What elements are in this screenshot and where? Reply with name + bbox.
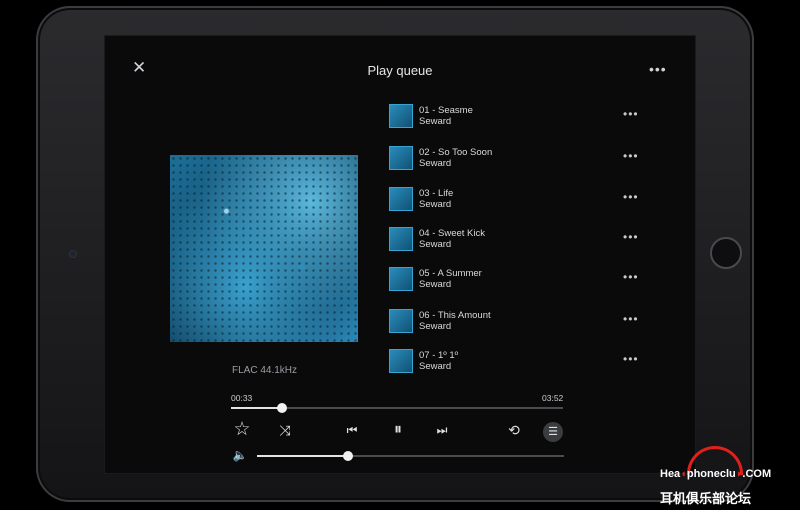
pause-icon[interactable]: ⏸ xyxy=(387,421,409,439)
watermark-brand: Hea◖phoneclu◗.COM xyxy=(660,468,772,480)
favorite-star-icon[interactable]: ☆ xyxy=(231,420,253,439)
track-thumbnail xyxy=(389,187,413,211)
track-thumbnail xyxy=(389,267,413,291)
progress-fill xyxy=(231,407,283,409)
queue-item[interactable]: 01 - Seasme Seward ••• xyxy=(389,104,659,134)
progress-handle[interactable] xyxy=(277,403,288,413)
track-title: 06 - This Amount xyxy=(419,310,491,321)
track-more-icon[interactable]: ••• xyxy=(623,312,639,326)
track-more-icon[interactable]: ••• xyxy=(623,352,639,366)
track-thumbnail xyxy=(389,309,413,333)
track-more-icon[interactable]: ••• xyxy=(623,190,639,204)
more-horizontal-icon[interactable]: ••• xyxy=(649,61,667,77)
page-title: Play queue xyxy=(367,63,433,78)
elapsed-time: 00:33 xyxy=(231,393,253,403)
home-button[interactable] xyxy=(710,237,742,269)
repeat-icon[interactable]: ⟲ xyxy=(504,421,524,439)
brand-part: phoneclu xyxy=(686,468,736,480)
track-artist: Seward xyxy=(419,361,452,372)
queue-item[interactable]: 03 - Life Seward ••• xyxy=(389,187,659,217)
watermark-chinese: 耳机俱乐部论坛 xyxy=(660,491,752,506)
track-title: 05 - A Summer xyxy=(419,268,482,279)
watermark: Hea◖phoneclu◗.COM 耳机俱乐部论坛 xyxy=(660,444,800,510)
track-thumbnail xyxy=(389,227,413,251)
queue-list-icon[interactable]: ☰ xyxy=(543,422,563,442)
queue-item[interactable]: 02 - So Too Soon Seward ••• xyxy=(389,146,659,176)
volume-handle[interactable] xyxy=(342,451,353,461)
volume-icon[interactable]: 🔈 xyxy=(231,446,249,464)
track-title: 01 - Seasme xyxy=(419,105,473,116)
track-artist: Seward xyxy=(419,199,452,210)
track-more-icon[interactable]: ••• xyxy=(623,230,639,244)
track-title: 03 - Life xyxy=(419,188,454,199)
album-art xyxy=(170,155,358,342)
track-title: 02 - So Too Soon xyxy=(419,147,493,158)
progress-bar[interactable] xyxy=(231,403,563,413)
shuffle-icon[interactable]: ⤨ xyxy=(275,421,295,439)
track-artist: Seward xyxy=(419,279,452,290)
track-more-icon[interactable]: ••• xyxy=(623,107,639,121)
queue-item[interactable]: 07 - 1º 1º Seward ••• xyxy=(389,349,659,379)
next-icon[interactable]: ⏭ xyxy=(432,421,452,439)
track-more-icon[interactable]: ••• xyxy=(623,149,639,163)
brand-part: Hea xyxy=(660,468,681,480)
queue-item[interactable]: 06 - This Amount Seward ••• xyxy=(389,309,659,339)
track-thumbnail xyxy=(389,146,413,170)
track-more-icon[interactable]: ••• xyxy=(623,270,639,284)
track-title: 07 - 1º 1º xyxy=(419,350,459,361)
track-artist: Seward xyxy=(419,158,452,169)
previous-icon[interactable]: ⏮ xyxy=(342,421,362,439)
track-title: 04 - Sweet Kick xyxy=(419,228,485,239)
track-thumbnail xyxy=(389,104,413,128)
brand-part: .COM xyxy=(742,468,772,480)
audio-format: FLAC 44.1kHz xyxy=(232,365,298,376)
queue-item[interactable]: 05 - A Summer Seward ••• xyxy=(389,267,659,297)
track-artist: Seward xyxy=(419,239,452,250)
front-camera xyxy=(70,251,76,257)
queue-item[interactable]: 04 - Sweet Kick Seward ••• xyxy=(389,227,659,257)
volume-fill xyxy=(257,455,348,457)
volume-slider[interactable] xyxy=(257,451,564,461)
track-artist: Seward xyxy=(419,116,452,127)
track-artist: Seward xyxy=(419,321,452,332)
track-thumbnail xyxy=(389,349,413,373)
duration-time: 03:52 xyxy=(542,393,564,403)
play-queue-screen: ✕ Play queue ••• FLAC 44.1kHz 01 - Seasm… xyxy=(105,36,695,473)
